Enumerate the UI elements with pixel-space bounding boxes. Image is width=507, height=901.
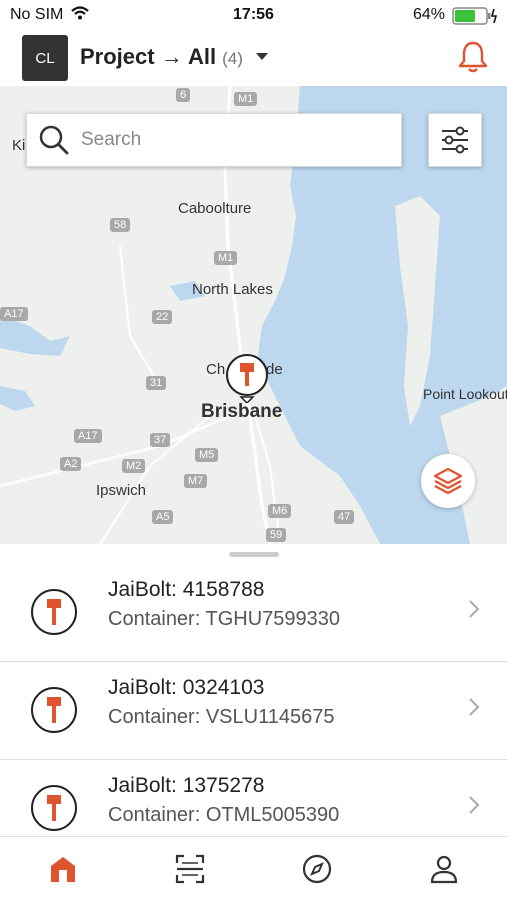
- bolt-id: JaiBolt: 1375278: [108, 774, 265, 797]
- road-shield: M1: [234, 92, 258, 106]
- tab-explore[interactable]: [254, 837, 380, 901]
- bolt-id: JaiBolt: 4158788: [108, 578, 265, 601]
- list-item[interactable]: JaiBolt: 1375278 Container: OTML5005390: [0, 760, 507, 836]
- search-bar[interactable]: [26, 113, 402, 167]
- device-list-sheet[interactable]: JaiBolt: 4158788 Container: TGHU7599330 …: [0, 544, 507, 836]
- map-marker-bolt-icon[interactable]: [224, 353, 270, 403]
- filter-label: All: [188, 44, 217, 69]
- map-label-point-lookout: Point Lookout: [423, 386, 507, 402]
- project-count: (4): [222, 49, 243, 68]
- container-id: Container: OTML5005390: [108, 804, 340, 826]
- road-shield: A2: [60, 457, 82, 471]
- road-shield: M6: [268, 504, 292, 518]
- profile-icon: [430, 855, 458, 884]
- bolt-icon: [31, 589, 77, 635]
- project-selector[interactable]: Project → All (4): [80, 44, 269, 70]
- bolt-icon: [31, 785, 77, 831]
- top-header: CL Project → All (4): [0, 32, 507, 86]
- road-shield: 47: [334, 510, 355, 524]
- search-icon: [39, 125, 69, 155]
- caret-down-icon: [256, 53, 269, 60]
- drag-handle[interactable]: [229, 552, 279, 557]
- project-label: Project: [80, 44, 155, 69]
- bell-icon[interactable]: [457, 40, 489, 74]
- road-shield: 58: [110, 218, 131, 232]
- status-bar: No SIM 17:56 64%: [0, 0, 507, 32]
- road-shield: 59: [266, 528, 287, 542]
- bolt-icon: [31, 687, 77, 733]
- chevron-right-icon: [469, 600, 480, 618]
- tab-scan[interactable]: [127, 837, 253, 901]
- road-shield: 31: [146, 376, 167, 390]
- avatar[interactable]: CL: [22, 35, 68, 81]
- compass-icon: [302, 854, 332, 884]
- road-shield: M5: [195, 448, 219, 462]
- home-icon: [51, 857, 75, 882]
- road-shield: A5: [152, 510, 174, 524]
- map-label-partial-ch: Ch: [206, 361, 226, 378]
- map-label-ipswich: Ipswich: [96, 482, 147, 499]
- road-shield: M1: [214, 251, 238, 265]
- tab-profile[interactable]: [381, 837, 507, 901]
- container-id: Container: VSLU1145675: [108, 706, 335, 728]
- map-label-brisbane: Brisbane: [201, 401, 283, 422]
- road-shield: M7: [184, 474, 208, 488]
- map-label-partial: Ki: [12, 137, 26, 154]
- tab-home[interactable]: [0, 837, 126, 901]
- sliders-icon: [442, 126, 468, 154]
- road-shield: 22: [152, 310, 173, 324]
- battery-percent: 64%: [412, 6, 445, 23]
- chevron-right-icon: [469, 698, 480, 716]
- search-input[interactable]: [79, 114, 383, 166]
- road-shield: 6: [176, 88, 191, 102]
- road-shield: M2: [122, 459, 146, 473]
- battery-icon: [452, 7, 498, 25]
- filter-button[interactable]: [428, 113, 482, 167]
- tab-bar: [0, 836, 507, 901]
- list-item[interactable]: JaiBolt: 0324103 Container: VSLU1145675: [0, 662, 507, 760]
- bolt-id: JaiBolt: 0324103: [108, 676, 265, 699]
- container-id: Container: TGHU7599330: [108, 608, 341, 630]
- layers-icon: [433, 467, 463, 495]
- road-shield: 37: [150, 433, 171, 447]
- road-shield: A17: [0, 307, 28, 321]
- scan-icon: [175, 854, 205, 884]
- map-label-caboolture: Caboolture: [178, 200, 252, 217]
- list-item[interactable]: JaiBolt: 4158788 Container: TGHU7599330: [0, 564, 507, 662]
- road-shield: A17: [74, 429, 102, 443]
- arrow-glyph: →: [160, 44, 183, 69]
- layers-button[interactable]: [421, 454, 475, 508]
- chevron-right-icon: [469, 796, 480, 814]
- map-label-north-lakes: North Lakes: [192, 281, 273, 298]
